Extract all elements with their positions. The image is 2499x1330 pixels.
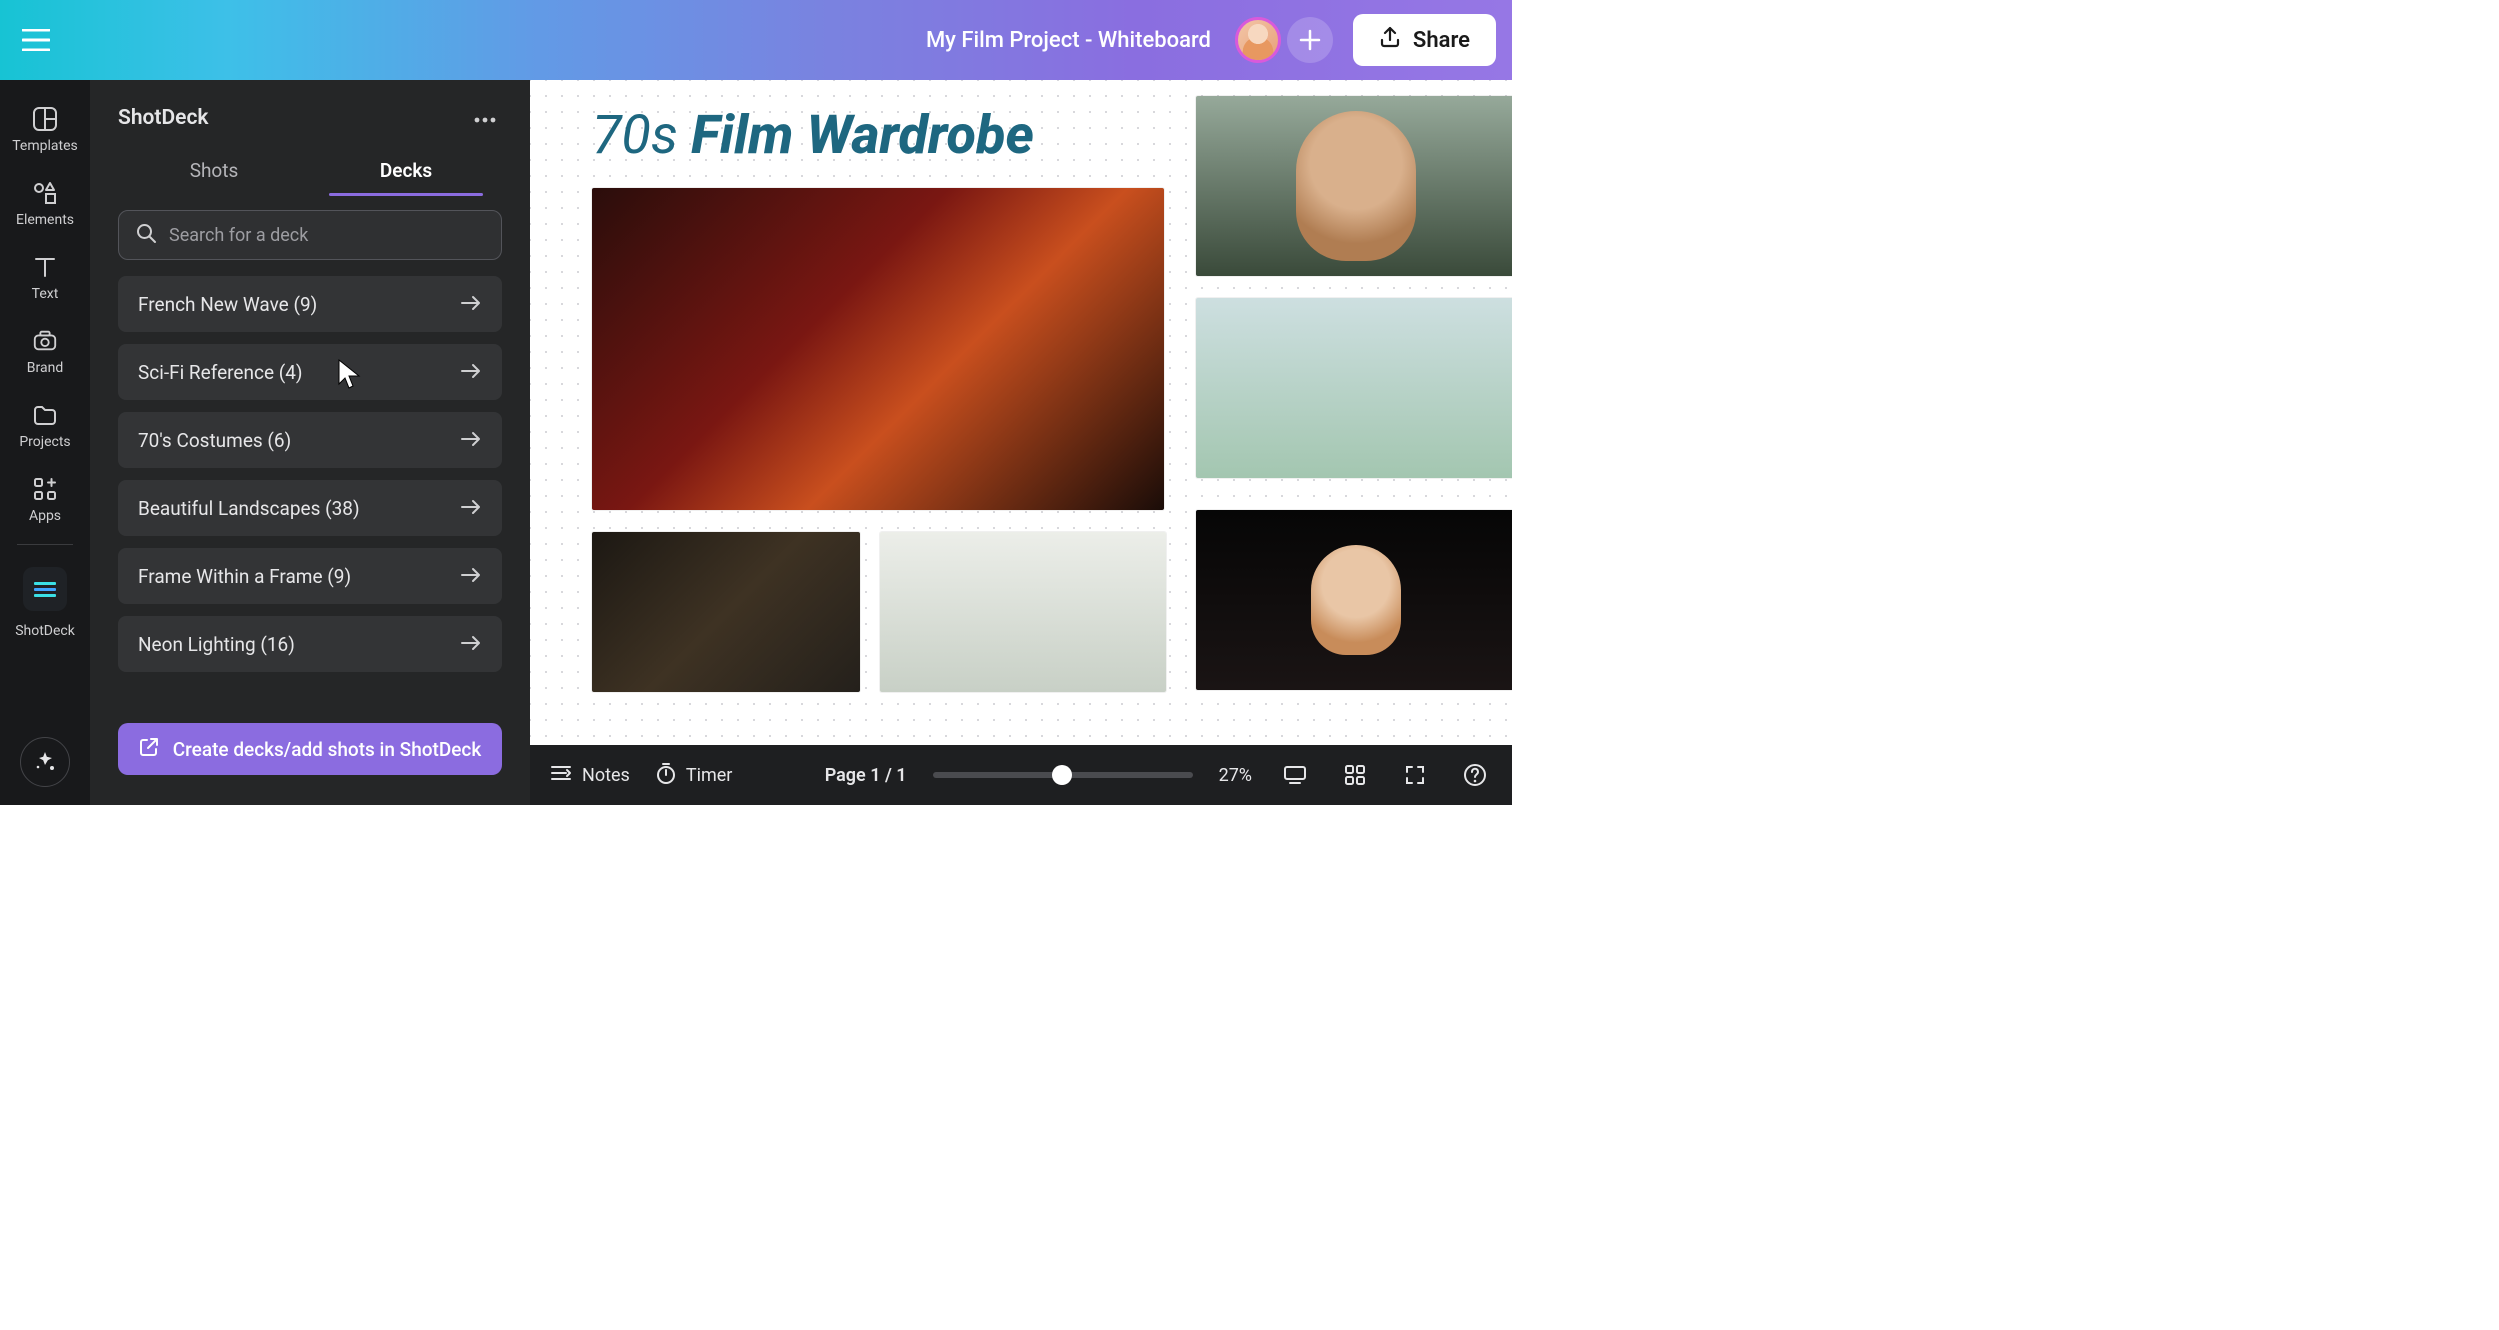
- create-deck-button[interactable]: Create decks/add shots in ShotDeck: [118, 723, 502, 775]
- board-title[interactable]: 70s Film Wardrobe: [592, 104, 1034, 167]
- grid-view-button[interactable]: [1338, 758, 1372, 792]
- shotdeck-icon: [23, 567, 67, 611]
- apps-icon: [32, 476, 58, 502]
- whiteboard-canvas[interactable]: 70s Film Wardrobe: [530, 80, 1512, 745]
- search-input-wrap[interactable]: [118, 210, 502, 260]
- document-title[interactable]: My Film Project - Whiteboard: [926, 28, 1211, 53]
- deck-item[interactable]: French New Wave (9): [118, 276, 502, 332]
- brand-icon: [32, 328, 58, 354]
- deck-item[interactable]: Frame Within a Frame (9): [118, 548, 502, 604]
- timer-icon: [656, 762, 676, 789]
- avatar[interactable]: [1235, 17, 1281, 63]
- tab-decks[interactable]: Decks: [310, 143, 502, 196]
- rail-label: Text: [32, 286, 59, 302]
- panel-tabs: Shots Decks: [90, 143, 530, 196]
- rail-label: Templates: [12, 138, 78, 154]
- rail-apps[interactable]: Apps: [0, 464, 90, 538]
- rail-templates[interactable]: Templates: [0, 94, 90, 168]
- help-button[interactable]: [1458, 758, 1492, 792]
- deck-item[interactable]: Sci-Fi Reference (4): [118, 344, 502, 400]
- left-rail: Templates Elements Text Brand: [0, 80, 90, 805]
- timer-label: Timer: [686, 765, 733, 786]
- arrow-right-icon: [460, 565, 482, 588]
- deck-item[interactable]: Neon Lighting (16): [118, 616, 502, 672]
- zoom-slider[interactable]: [933, 772, 1193, 778]
- rail-label: Brand: [27, 360, 63, 376]
- arrow-right-icon: [460, 633, 482, 656]
- top-bar: My Film Project - Whiteboard Share: [0, 0, 1512, 80]
- share-icon: [1379, 26, 1401, 54]
- notes-label: Notes: [582, 765, 630, 786]
- arrow-right-icon: [460, 497, 482, 520]
- fullscreen-button[interactable]: [1398, 758, 1432, 792]
- share-button[interactable]: Share: [1353, 14, 1496, 66]
- rail-text[interactable]: Text: [0, 242, 90, 316]
- share-label: Share: [1413, 28, 1470, 53]
- notes-button[interactable]: Notes: [550, 764, 630, 787]
- arrow-right-icon: [460, 293, 482, 316]
- deck-list: French New Wave (9) Sci-Fi Reference (4)…: [90, 270, 530, 672]
- tab-shots[interactable]: Shots: [118, 143, 310, 196]
- title-plain: 70s: [592, 104, 691, 167]
- timer-button[interactable]: Timer: [656, 762, 733, 789]
- templates-icon: [32, 106, 58, 132]
- image-thumbnail[interactable]: [880, 532, 1166, 692]
- deck-item[interactable]: Beautiful Landscapes (38): [118, 480, 502, 536]
- side-panel: ShotDeck Shots Decks French Ne: [90, 80, 530, 805]
- zoom-thumb[interactable]: [1052, 765, 1072, 785]
- divider: [17, 544, 73, 545]
- text-icon: [32, 254, 58, 280]
- arrow-right-icon: [460, 429, 482, 452]
- rail-brand[interactable]: Brand: [0, 316, 90, 390]
- title-bold: Film Wardrobe: [691, 104, 1034, 167]
- menu-button[interactable]: [16, 20, 56, 60]
- magic-button[interactable]: [20, 737, 70, 787]
- rail-projects[interactable]: Projects: [0, 390, 90, 464]
- image-thumbnail[interactable]: [592, 532, 860, 692]
- notes-icon: [550, 764, 572, 787]
- arrow-right-icon: [460, 361, 482, 384]
- add-collaborator-button[interactable]: [1287, 17, 1333, 63]
- image-thumbnail[interactable]: [592, 188, 1164, 510]
- elements-icon: [32, 180, 58, 206]
- panel-title: ShotDeck: [118, 106, 209, 130]
- search-icon: [135, 222, 157, 248]
- external-link-icon: [139, 737, 159, 762]
- image-thumbnail[interactable]: [1196, 96, 1512, 276]
- canvas-area: 70s Film Wardrobe Notes: [530, 80, 1512, 805]
- search-input[interactable]: [169, 225, 485, 246]
- rail-label: Projects: [19, 434, 70, 450]
- deck-label: French New Wave (9): [138, 293, 317, 316]
- bottom-bar: Notes Timer Page 1 / 1 27%: [530, 745, 1512, 805]
- image-thumbnail[interactable]: [1196, 298, 1512, 478]
- page-indicator[interactable]: Page 1 / 1: [825, 765, 907, 786]
- rail-label: Elements: [16, 212, 74, 228]
- rail-label: ShotDeck: [15, 623, 75, 639]
- rail-elements[interactable]: Elements: [0, 168, 90, 242]
- rail-shotdeck[interactable]: ShotDeck: [0, 555, 90, 653]
- rail-label: Apps: [29, 508, 61, 524]
- deck-label: Sci-Fi Reference (4): [138, 361, 303, 384]
- deck-label: Frame Within a Frame (9): [138, 565, 351, 588]
- folder-icon: [32, 402, 58, 428]
- view-mode-button[interactable]: [1278, 758, 1312, 792]
- deck-label: 70's Costumes (6): [138, 429, 291, 452]
- deck-item[interactable]: 70's Costumes (6): [118, 412, 502, 468]
- panel-more-button[interactable]: [468, 102, 502, 133]
- deck-label: Neon Lighting (16): [138, 633, 295, 656]
- deck-label: Beautiful Landscapes (38): [138, 497, 360, 520]
- image-thumbnail[interactable]: [1196, 510, 1512, 690]
- create-label: Create decks/add shots in ShotDeck: [173, 738, 482, 761]
- zoom-level[interactable]: 27%: [1219, 765, 1252, 786]
